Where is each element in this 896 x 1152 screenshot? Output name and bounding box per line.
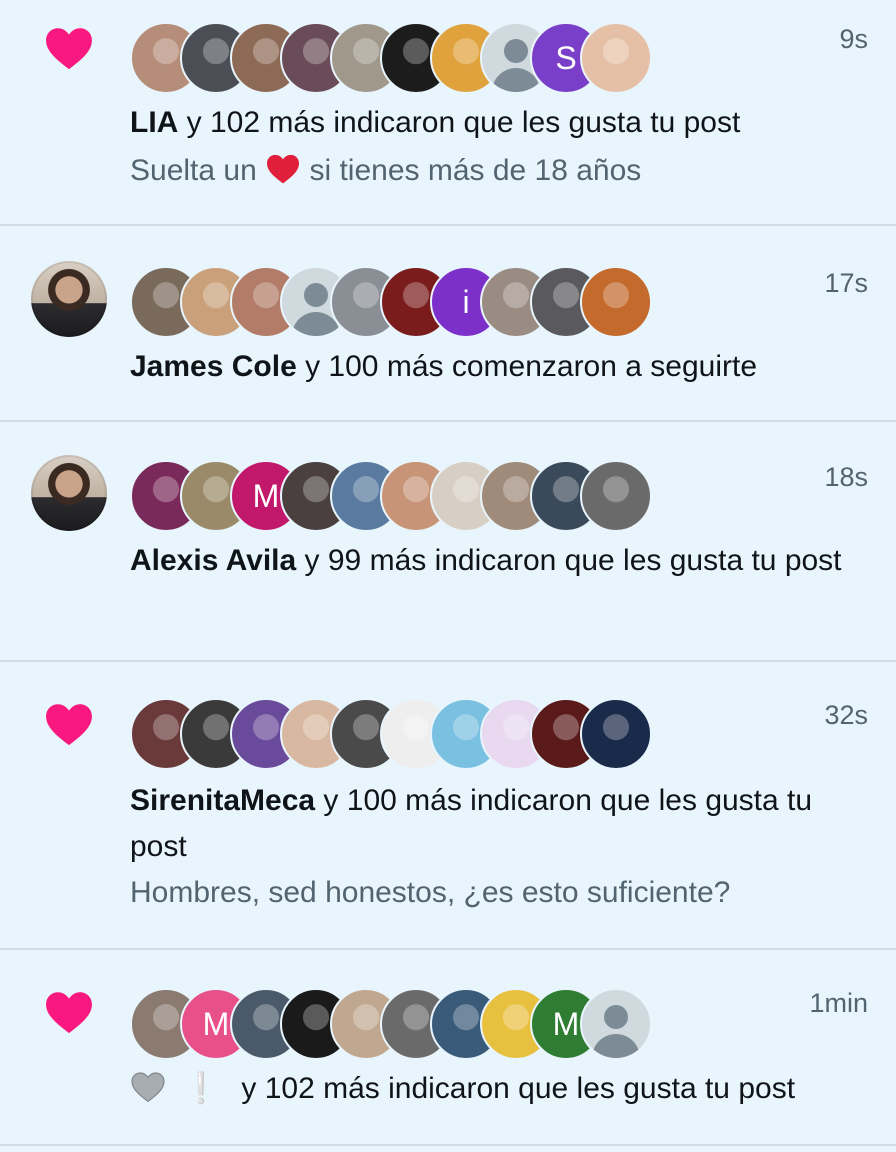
- notification-text[interactable]: James Cole y 100 más comenzaron a seguir…: [130, 344, 866, 390]
- action-text: y 99 más indicaron que les gusta tu post: [296, 544, 842, 577]
- user-avatar[interactable]: [580, 266, 652, 338]
- action-text: y 102 más indicaron que les gusta tu pos…: [241, 1072, 796, 1105]
- notification-text[interactable]: Alexis Avila y 99 más indicaron que les …: [130, 538, 866, 584]
- notification-item[interactable]: 32s SirenitaMeca y 100 más indicaron que…: [0, 662, 896, 950]
- notification-item[interactable]: i 17s James Cole y 100 más comenzaron a …: [0, 226, 896, 422]
- action-text: y 100 más comenzaron a seguirte: [296, 350, 758, 383]
- notification-text[interactable]: ❕ y 102 más indicaron que les gusta tu po…: [130, 1066, 866, 1116]
- user-avatar[interactable]: [580, 460, 652, 532]
- heart-icon: [30, 8, 108, 86]
- timestamp: 9s: [839, 24, 868, 54]
- timestamp: 18s: [824, 462, 868, 492]
- actor-name[interactable]: SirenitaMeca: [130, 784, 315, 817]
- timestamp: 1min: [809, 988, 868, 1018]
- heart-icon: [30, 684, 108, 762]
- notification-text[interactable]: SirenitaMeca y 100 más indicaron que les…: [130, 778, 866, 870]
- post-preview[interactable]: Hombres, sed honestos, ¿es esto suficien…: [130, 870, 866, 916]
- follower-avatar[interactable]: [31, 261, 107, 337]
- grey-heart-emoji[interactable]: [130, 1070, 166, 1116]
- heart-icon: [30, 972, 108, 1050]
- user-avatar[interactable]: [580, 22, 652, 94]
- notifications-feed: S 9s LIA y 102 más indicaron que les gus…: [0, 0, 896, 1152]
- post-preview[interactable]: Suelta un si tienes más de 18 años: [130, 148, 866, 198]
- timestamp: 32s: [824, 700, 868, 730]
- notification-text[interactable]: LIA y 102 más indicaron que les gusta tu…: [130, 100, 866, 146]
- action-text: y 102 más indicaron que les gusta tu pos…: [178, 106, 741, 139]
- notification-item[interactable]: M 18s Alexis Avila y 99 más indicaron qu…: [0, 422, 896, 662]
- red-heart-emoji: [265, 152, 301, 198]
- avatar[interactable]: [30, 454, 108, 532]
- exclamation-emoji: ❕: [182, 1072, 220, 1105]
- default-avatar[interactable]: [580, 988, 652, 1060]
- timestamp: 17s: [824, 268, 868, 298]
- liker-avatar[interactable]: [31, 455, 107, 531]
- notification-item[interactable]: MM 1min ❕ y 102 más indicaron que les gus…: [0, 950, 896, 1146]
- notification-item[interactable]: S 9s LIA y 102 más indicaron que les gus…: [0, 0, 896, 226]
- actor-name[interactable]: LIA: [130, 106, 178, 139]
- user-avatar[interactable]: [580, 698, 652, 770]
- actor-name[interactable]: James Cole: [130, 350, 297, 383]
- actor-name[interactable]: Alexis Avila: [130, 544, 296, 577]
- avatar[interactable]: [30, 260, 108, 338]
